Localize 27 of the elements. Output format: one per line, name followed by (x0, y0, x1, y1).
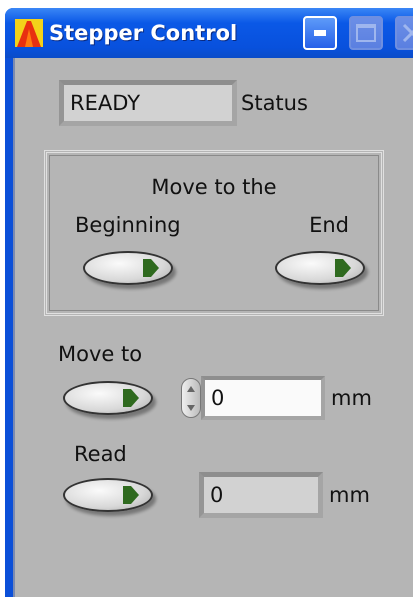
position-indicator: 0 (199, 472, 323, 518)
maximize-icon (356, 24, 376, 42)
minimize-icon (314, 30, 326, 36)
unit-label: mm (331, 386, 372, 410)
minimize-button[interactable] (303, 16, 337, 50)
app-logo-icon (15, 19, 43, 47)
move-button[interactable] (275, 251, 365, 285)
move-button[interactable] (82, 251, 173, 285)
position-input-field[interactable]: 0 (201, 376, 325, 420)
button-label: Beginning (75, 213, 181, 237)
play-icon (335, 259, 351, 277)
increment-arrow-icon (187, 386, 195, 392)
play-icon (142, 259, 159, 277)
read-label: Read (74, 442, 128, 466)
play-icon (123, 389, 139, 407)
move-button[interactable] (63, 381, 153, 415)
group-caption: Move to the (151, 175, 277, 199)
spinner-control[interactable] (181, 378, 201, 418)
unit-label: mm (329, 483, 370, 507)
button-label: End (309, 213, 349, 237)
play-icon (123, 486, 139, 504)
read-button[interactable] (63, 478, 153, 512)
status-indicator: READY (59, 80, 237, 126)
move-to-label: Move to (58, 342, 144, 366)
decrement-arrow-icon (187, 404, 195, 410)
status-label: Status (241, 91, 308, 115)
window-title: Stepper Control (49, 21, 238, 45)
